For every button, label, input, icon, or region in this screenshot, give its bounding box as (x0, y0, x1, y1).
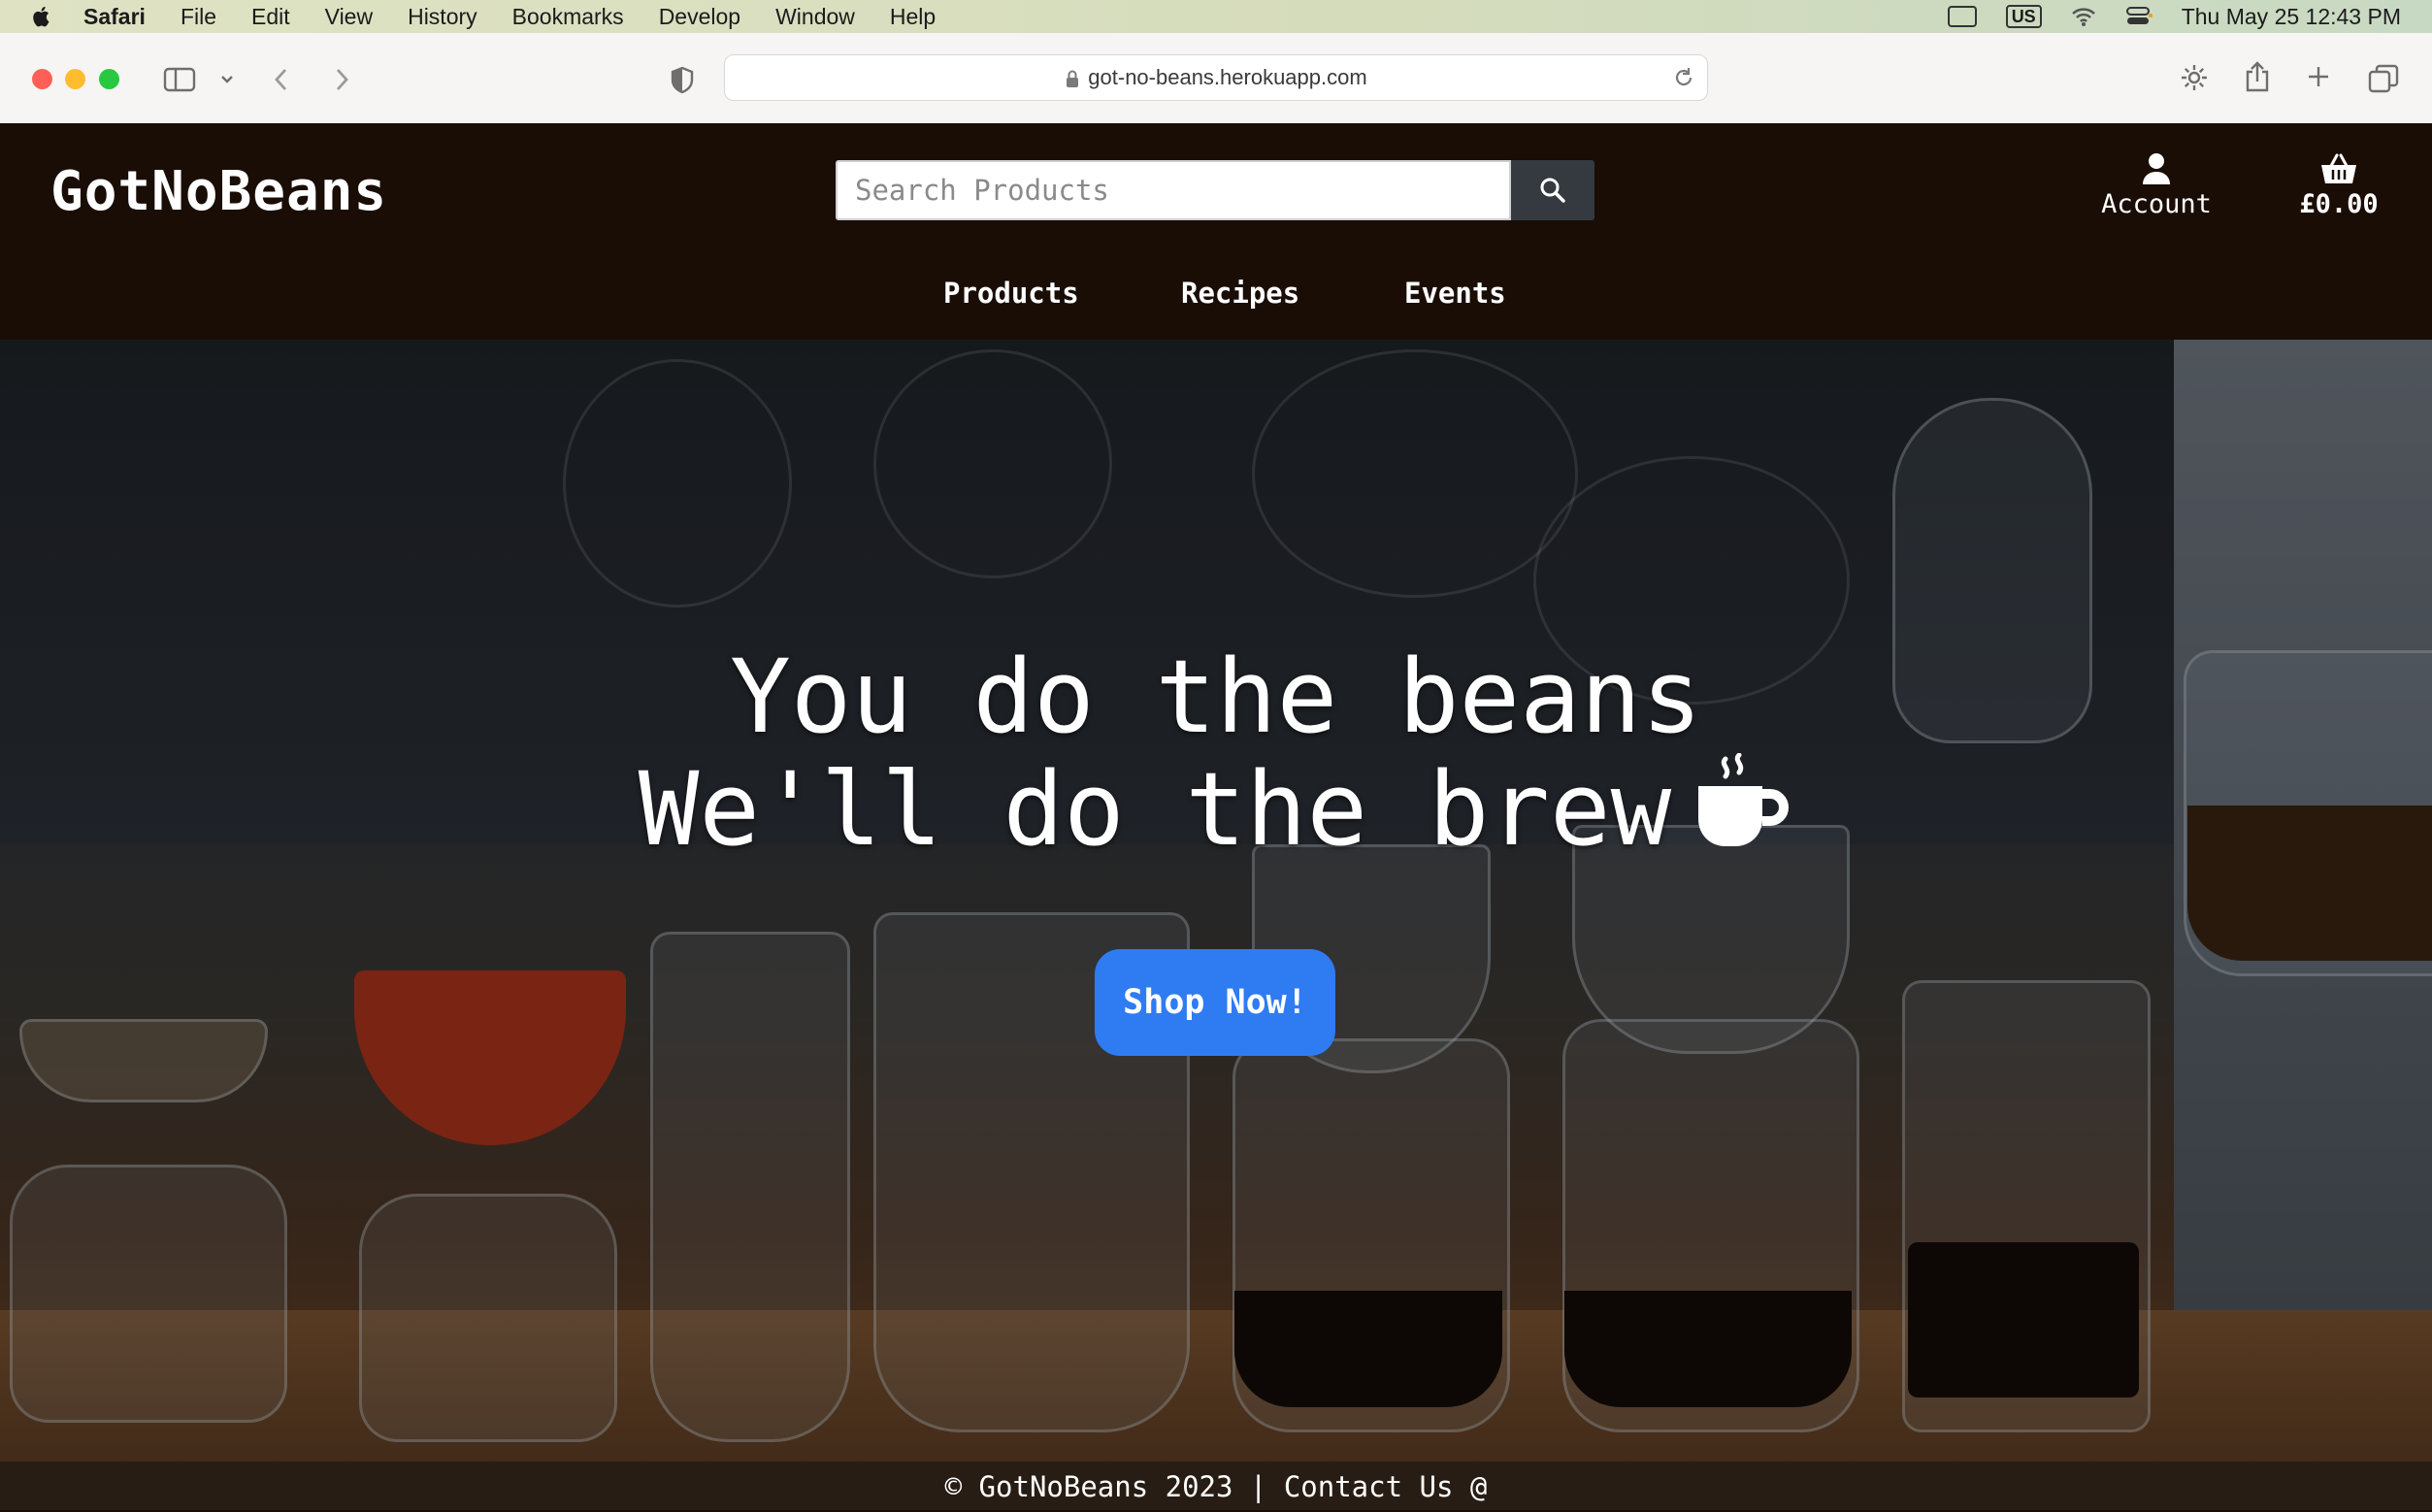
coffee-cup-icon (1698, 753, 1790, 846)
forward-arrow-icon[interactable] (332, 66, 351, 93)
search-icon (1540, 178, 1565, 203)
menu-bookmarks[interactable]: Bookmarks (512, 4, 624, 30)
zoom-window-button[interactable] (99, 69, 119, 89)
site-footer: © GotNoBeans 2023 | Contact Us @ (0, 1462, 2432, 1510)
chevron-down-icon[interactable] (219, 74, 235, 85)
menu-help[interactable]: Help (890, 4, 936, 30)
search-button[interactable] (1511, 160, 1594, 220)
menu-bar-status: US Thu May 25 12:43 PM (1947, 0, 2401, 33)
hero-line-2-wrapper: We'll do the brew (0, 753, 2432, 866)
account-label: Account (2101, 189, 2212, 219)
wifi-icon[interactable] (2071, 6, 2096, 27)
address-bar-url-container: got-no-beans.herokuapp.com (725, 55, 1707, 100)
nav-recipes[interactable]: Recipes (1181, 277, 1299, 310)
menu-edit[interactable]: Edit (251, 4, 290, 30)
hero-overlay (0, 340, 2432, 1462)
search-input[interactable] (836, 160, 1511, 220)
gear-icon[interactable] (2179, 62, 2210, 93)
control-center-icon[interactable] (2125, 6, 2153, 27)
nav-products[interactable]: Products (943, 277, 1079, 310)
close-window-button[interactable] (32, 69, 52, 89)
share-icon[interactable] (2244, 60, 2271, 93)
apple-icon[interactable] (29, 4, 54, 29)
shopping-basket-icon (2321, 153, 2356, 183)
hero-line-1: You do the beans (730, 638, 1702, 756)
minimize-window-button[interactable] (65, 69, 85, 89)
menu-develop[interactable]: Develop (659, 4, 740, 30)
macos-menu-bar: Safari File Edit View History Bookmarks … (0, 0, 2432, 33)
site-header: GotNoBeans Account £0.00 Products Recipe… (0, 123, 2432, 340)
search-form (836, 160, 1594, 220)
menu-bar-clock[interactable]: Thu May 25 12:43 PM (2182, 4, 2401, 30)
menu-view[interactable]: View (325, 4, 373, 30)
menu-history[interactable]: History (408, 4, 477, 30)
address-bar[interactable]: got-no-beans.herokuapp.com (724, 54, 1708, 101)
tab-overview-icon[interactable] (2368, 64, 2399, 93)
keyboard-layout-indicator[interactable]: US (2005, 5, 2042, 28)
new-tab-plus-icon[interactable] (2306, 64, 2331, 89)
user-icon (2143, 153, 2170, 184)
browser-toolbar: got-no-beans.herokuapp.com (0, 33, 2432, 124)
account-link[interactable]: Account (2096, 152, 2217, 219)
sidebar-icon[interactable] (163, 67, 196, 92)
lock-icon (1067, 70, 1079, 88)
address-bar-url: got-no-beans.herokuapp.com (1088, 65, 1367, 89)
menu-file[interactable]: File (181, 4, 216, 30)
back-arrow-icon[interactable] (272, 66, 291, 93)
menu-app-name[interactable]: Safari (83, 4, 146, 30)
cart-total: £0.00 (2299, 189, 2379, 219)
hero-line-2: We'll do the brew (638, 750, 1672, 869)
menu-window[interactable]: Window (775, 4, 855, 30)
hero-headline: You do the beans We'll do the brew (0, 641, 2432, 866)
cart-link[interactable]: £0.00 (2290, 152, 2387, 219)
footer-text[interactable]: © GotNoBeans 2023 | Contact Us @ (945, 1470, 1488, 1503)
main-nav: Products Recipes Events (0, 277, 2432, 325)
privacy-shield-icon[interactable] (670, 66, 695, 95)
screen-mirroring-icon[interactable] (1947, 6, 1977, 27)
hero-section: You do the beans We'll do the brew Shop … (0, 340, 2432, 1462)
reload-icon[interactable] (1672, 66, 1695, 89)
nav-events[interactable]: Events (1404, 277, 1506, 310)
site-logo[interactable]: GotNoBeans (50, 160, 387, 223)
shop-now-button[interactable]: Shop Now! (1095, 949, 1335, 1056)
